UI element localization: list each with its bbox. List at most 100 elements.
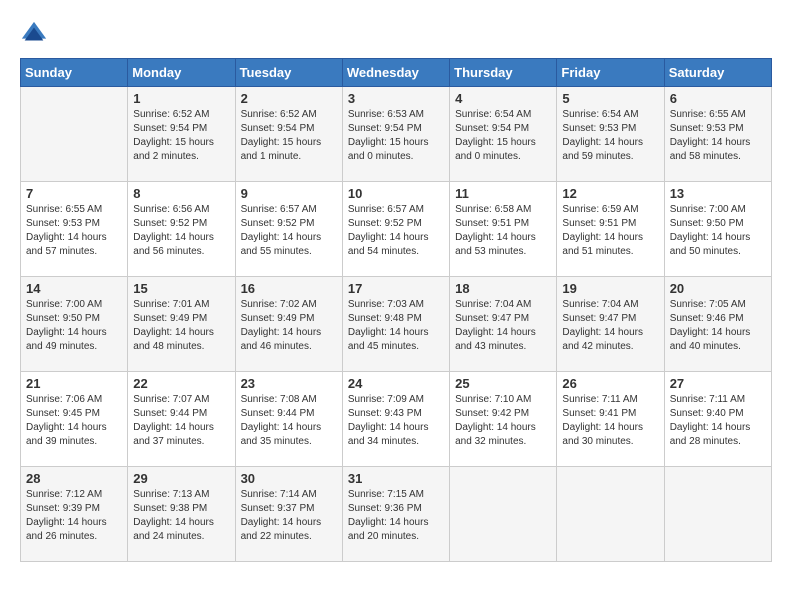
calendar-cell: 27 Sunrise: 7:11 AMSunset: 9:40 PMDayligh… [664,372,771,467]
calendar-cell: 29 Sunrise: 7:13 AMSunset: 9:38 PMDayligh… [128,467,235,562]
day-info: Sunrise: 7:00 AMSunset: 9:50 PMDaylight:… [670,203,766,259]
logo-line [20,20,48,48]
calendar-cell: 12 Sunrise: 6:59 AMSunset: 9:51 PMDayligh… [557,182,664,277]
day-number: 28 [26,471,122,486]
calendar-cell: 15 Sunrise: 7:01 AMSunset: 9:49 PMDayligh… [128,277,235,372]
calendar-cell: 28Sunrise: 7:12 AMSunset: 9:39 PMDayligh… [21,467,128,562]
day-info: Sunrise: 7:09 AMSunset: 9:43 PMDaylight:… [348,393,444,449]
day-number: 11 [455,186,551,201]
calendar-cell: 1 Sunrise: 6:52 AMSunset: 9:54 PMDaylight… [128,87,235,182]
calendar-cell: 16Sunrise: 7:02 AMSunset: 9:49 PMDayligh… [235,277,342,372]
day-info: Sunrise: 7:02 AMSunset: 9:49 PMDaylight:… [241,298,337,354]
day-number: 26 [562,376,658,391]
calendar-weekday-thursday: Thursday [450,59,557,87]
day-number: 19 [562,281,658,296]
day-number: 15 [133,281,229,296]
day-number: 14 [26,281,122,296]
day-info: Sunrise: 7:00 AMSunset: 9:50 PMDaylight:… [26,298,122,354]
calendar-weekday-monday: Monday [128,59,235,87]
day-number: 2 [241,91,337,106]
day-info: Sunrise: 6:52 AMSunset: 9:54 PMDaylight:… [133,108,229,164]
calendar-cell: 18 Sunrise: 7:04 AMSunset: 9:47 PMDayligh… [450,277,557,372]
day-number: 18 [455,281,551,296]
day-info: Sunrise: 7:06 AMSunset: 9:45 PMDaylight:… [26,393,122,449]
day-info: Sunrise: 7:04 AMSunset: 9:47 PMDaylight:… [562,298,658,354]
day-number: 31 [348,471,444,486]
header [20,20,772,48]
day-info: Sunrise: 7:05 AMSunset: 9:46 PMDaylight:… [670,298,766,354]
day-info: Sunrise: 6:53 AMSunset: 9:54 PMDaylight:… [348,108,444,164]
calendar-weekday-tuesday: Tuesday [235,59,342,87]
calendar-week-row: 21Sunrise: 7:06 AMSunset: 9:45 PMDayligh… [21,372,772,467]
day-info: Sunrise: 7:03 AMSunset: 9:48 PMDaylight:… [348,298,444,354]
calendar-cell: 11Sunrise: 6:58 AMSunset: 9:51 PMDayligh… [450,182,557,277]
day-info: Sunrise: 7:13 AMSunset: 9:38 PMDaylight:… [133,488,229,544]
calendar-cell [664,467,771,562]
calendar-cell: 14 Sunrise: 7:00 AMSunset: 9:50 PMDayligh… [21,277,128,372]
calendar-week-row: 1 Sunrise: 6:52 AMSunset: 9:54 PMDaylight… [21,87,772,182]
calendar-cell: 22Sunrise: 7:07 AMSunset: 9:44 PMDayligh… [128,372,235,467]
day-number: 12 [562,186,658,201]
calendar-cell: 25 Sunrise: 7:10 AMSunset: 9:42 PMDayligh… [450,372,557,467]
day-info: Sunrise: 7:11 AMSunset: 9:40 PMDaylight:… [670,393,766,449]
calendar-cell: 4 Sunrise: 6:54 AMSunset: 9:54 PMDaylight… [450,87,557,182]
day-number: 20 [670,281,766,296]
day-number: 7 [26,186,122,201]
day-number: 22 [133,376,229,391]
calendar-cell [450,467,557,562]
day-info: Sunrise: 7:01 AMSunset: 9:49 PMDaylight:… [133,298,229,354]
calendar-cell: 19 Sunrise: 7:04 AMSunset: 9:47 PMDayligh… [557,277,664,372]
day-info: Sunrise: 7:04 AMSunset: 9:47 PMDaylight:… [455,298,551,354]
calendar-cell: 31 Sunrise: 7:15 AMSunset: 9:36 PMDayligh… [342,467,449,562]
day-number: 3 [348,91,444,106]
day-number: 5 [562,91,658,106]
calendar-weekday-wednesday: Wednesday [342,59,449,87]
day-info: Sunrise: 6:54 AMSunset: 9:53 PMDaylight:… [562,108,658,164]
day-info: Sunrise: 7:15 AMSunset: 9:36 PMDaylight:… [348,488,444,544]
day-info: Sunrise: 6:57 AMSunset: 9:52 PMDaylight:… [241,203,337,259]
calendar-cell: 17 Sunrise: 7:03 AMSunset: 9:48 PMDayligh… [342,277,449,372]
calendar-cell [557,467,664,562]
calendar-cell: 26Sunrise: 7:11 AMSunset: 9:41 PMDayligh… [557,372,664,467]
calendar-week-row: 7Sunrise: 6:55 AMSunset: 9:53 PMDaylight… [21,182,772,277]
day-number: 10 [348,186,444,201]
calendar-cell [21,87,128,182]
calendar-cell: 23Sunrise: 7:08 AMSunset: 9:44 PMDayligh… [235,372,342,467]
calendar-cell: 10 Sunrise: 6:57 AMSunset: 9:52 PMDayligh… [342,182,449,277]
calendar-cell: 9 Sunrise: 6:57 AMSunset: 9:52 PMDaylight… [235,182,342,277]
calendar-cell: 6Sunrise: 6:55 AMSunset: 9:53 PMDaylight… [664,87,771,182]
calendar-cell: 21Sunrise: 7:06 AMSunset: 9:45 PMDayligh… [21,372,128,467]
calendar-weekday-saturday: Saturday [664,59,771,87]
calendar-cell: 13Sunrise: 7:00 AMSunset: 9:50 PMDayligh… [664,182,771,277]
day-number: 30 [241,471,337,486]
day-info: Sunrise: 6:55 AMSunset: 9:53 PMDaylight:… [670,108,766,164]
page-container: SundayMondayTuesdayWednesdayThursdayFrid… [20,20,772,562]
calendar-cell: 5 Sunrise: 6:54 AMSunset: 9:53 PMDaylight… [557,87,664,182]
calendar-cell: 8 Sunrise: 6:56 AMSunset: 9:52 PMDaylight… [128,182,235,277]
day-number: 9 [241,186,337,201]
day-number: 29 [133,471,229,486]
day-number: 4 [455,91,551,106]
day-info: Sunrise: 6:59 AMSunset: 9:51 PMDaylight:… [562,203,658,259]
day-info: Sunrise: 6:57 AMSunset: 9:52 PMDaylight:… [348,203,444,259]
day-info: Sunrise: 7:14 AMSunset: 9:37 PMDaylight:… [241,488,337,544]
day-number: 27 [670,376,766,391]
day-number: 25 [455,376,551,391]
logo [20,20,48,48]
day-number: 17 [348,281,444,296]
day-number: 24 [348,376,444,391]
day-number: 1 [133,91,229,106]
day-number: 8 [133,186,229,201]
calendar-cell: 30 Sunrise: 7:14 AMSunset: 9:37 PMDayligh… [235,467,342,562]
calendar-header-row: SundayMondayTuesdayWednesdayThursdayFrid… [21,59,772,87]
day-info: Sunrise: 6:54 AMSunset: 9:54 PMDaylight:… [455,108,551,164]
day-info: Sunrise: 6:52 AMSunset: 9:54 PMDaylight:… [241,108,337,164]
calendar-cell: 24 Sunrise: 7:09 AMSunset: 9:43 PMDayligh… [342,372,449,467]
day-info: Sunrise: 6:56 AMSunset: 9:52 PMDaylight:… [133,203,229,259]
day-info: Sunrise: 7:10 AMSunset: 9:42 PMDaylight:… [455,393,551,449]
day-number: 23 [241,376,337,391]
calendar-cell: 7Sunrise: 6:55 AMSunset: 9:53 PMDaylight… [21,182,128,277]
logo-icon [20,20,48,48]
calendar-weekday-sunday: Sunday [21,59,128,87]
calendar-cell: 2 Sunrise: 6:52 AMSunset: 9:54 PMDaylight… [235,87,342,182]
